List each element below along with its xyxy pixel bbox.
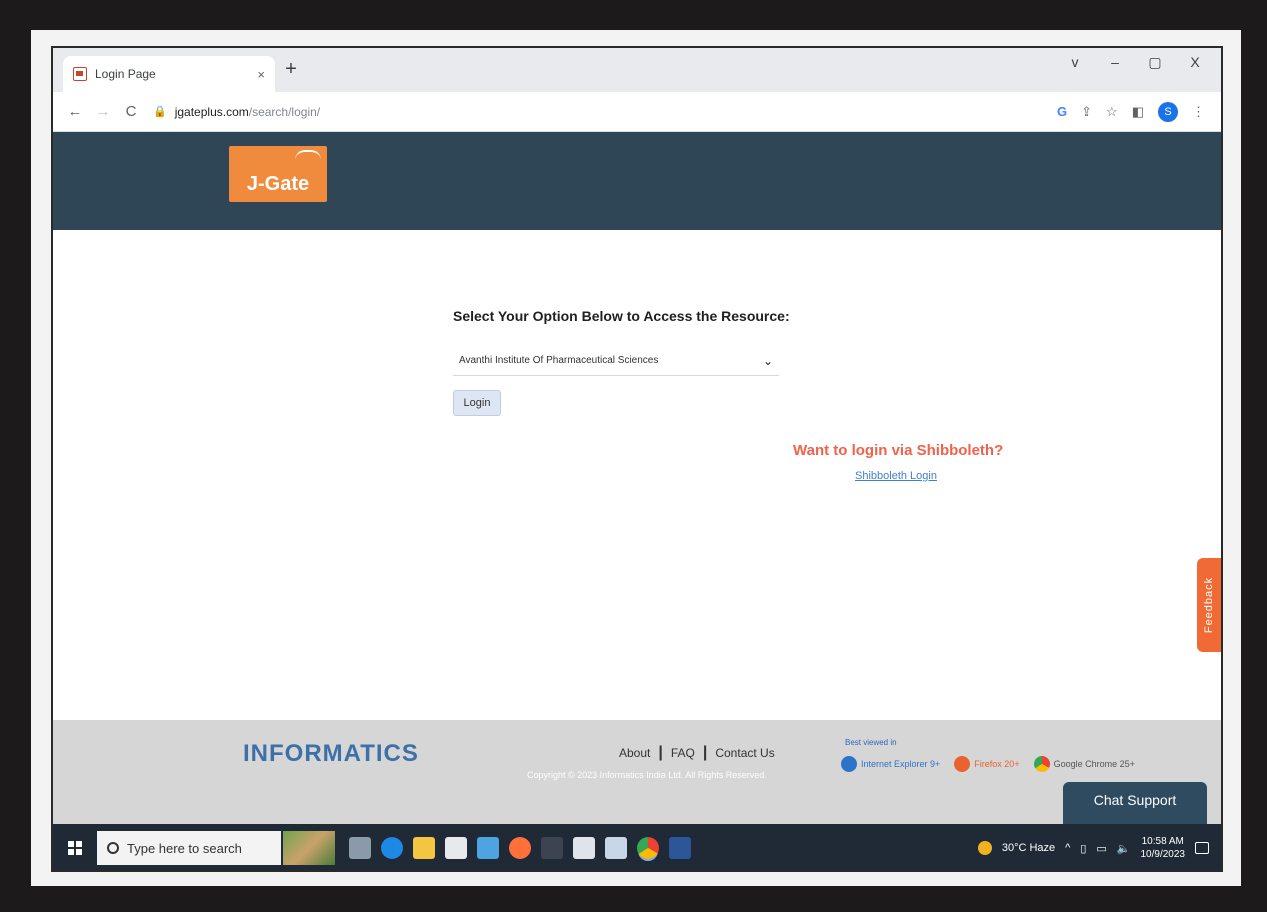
battery-icon[interactable]: ▯ [1080,842,1086,855]
file-explorer-icon[interactable] [413,837,435,859]
access-title: Select Your Option Below to Access the R… [453,308,790,324]
taskbar-search-placeholder: Type here to search [127,840,242,856]
toolbar-actions: G ⇪ ☆ ◧ S ⋮ [1057,101,1211,122]
clock-time: 10:58 AM [1141,836,1184,847]
url-path: /search/login/ [248,104,321,119]
clock[interactable]: 10:58 AM 10/9/2023 [1141,835,1186,861]
jgate-logo[interactable]: J-Gate [229,146,327,202]
firefox-taskbar-icon[interactable] [509,837,531,859]
back-arrow-icon[interactable]: ← [63,103,87,120]
browser-toolbar: ← → C 🔒 jgateplus.com /search/login/ G ⇪… [53,92,1221,132]
lock-icon[interactable]: 🔒 [153,105,167,118]
restore-button[interactable]: ▢ [1135,54,1175,71]
chevron-up-icon[interactable]: ^ [1065,842,1070,854]
reload-icon[interactable]: C [119,103,143,120]
site-footer: INFORMATICS About | FAQ | Contact Us Cop… [53,720,1221,826]
institution-selected-value: Avanthi Institute Of Pharmaceutical Scie… [459,355,659,366]
page-favicon-icon [73,67,87,81]
side-panel-icon[interactable]: ◧ [1132,104,1144,120]
new-tab-button[interactable]: + [279,58,303,81]
address-bar[interactable]: 🔒 jgateplus.com /search/login/ [153,98,1057,126]
internet-explorer-badge: Internet Explorer 9+ [841,756,940,772]
clock-date: 10/9/2023 [1140,849,1186,860]
chevron-down-icon: ⌄ [762,353,773,368]
institution-select[interactable]: Avanthi Institute Of Pharmaceutical Scie… [453,346,779,376]
edge-icon[interactable] [381,837,403,859]
feedback-tab[interactable]: Feedback [1197,558,1221,652]
profile-avatar[interactable]: S [1158,101,1178,122]
copyright-text: Copyright © 2023 Informatics India Ltd. … [527,770,767,780]
login-button[interactable]: Login [453,390,501,416]
google-lens-icon[interactable]: G [1057,104,1067,119]
link-separator: | [702,744,708,761]
weather-text[interactable]: 30°C Haze [1002,842,1055,854]
internet-explorer-label: Internet Explorer 9+ [861,759,941,769]
menu-kebab-icon[interactable]: ⋮ [1192,104,1205,120]
tab-close-icon[interactable]: × [257,67,265,82]
taskbar-search[interactable]: Type here to search [97,831,281,865]
tab-title: Login Page [95,67,156,81]
internet-explorer-icon [841,756,857,772]
windows-logo-icon [68,841,82,855]
window-controls: v – ▢ X [1055,54,1215,71]
firefox-label: Firefox 20+ [974,759,1020,769]
close-button[interactable]: X [1175,54,1215,71]
volume-icon[interactable]: 🔈 [1117,842,1131,855]
login-content: Select Your Option Below to Access the R… [53,230,1221,720]
chrome-badge: Google Chrome 25+ [1033,756,1135,772]
tab-strip: Login Page × + v – ▢ X [53,48,1221,92]
mail-icon[interactable] [477,837,499,859]
weather-icon[interactable] [977,841,992,855]
taskbar: Type here to search 30°C Haze ^ ▯ ▭ 🔈 10… [53,824,1221,870]
notification-icon[interactable] [1195,842,1209,854]
search-icon [107,842,119,854]
site-header: J-Gate [53,132,1221,230]
taskbar-apps [349,837,691,859]
url-domain: jgateplus.com [174,104,249,119]
tab-search-icon[interactable]: v [1055,54,1095,71]
system-tray: 30°C Haze ^ ▯ ▭ 🔈 10:58 AM 10/9/2023 [977,835,1221,861]
shibboleth-login-link[interactable]: Shibboleth Login [855,470,937,482]
word-icon[interactable] [669,837,691,859]
chrome-taskbar-icon[interactable] [637,837,659,859]
footer-link-contact[interactable]: Contact Us [715,746,774,760]
terminal-icon[interactable] [541,837,563,859]
book-icon [295,150,321,168]
chrome-label: Google Chrome 25+ [1053,759,1135,769]
network-icon[interactable]: ▭ [1096,842,1106,855]
logo-text: J-Gate [246,173,310,195]
chat-support-button[interactable]: Chat Support [1063,782,1207,826]
task-view-icon[interactable] [349,837,371,859]
informatics-logo[interactable]: INFORMATICS [243,740,419,768]
firefox-badge: Firefox 20+ [954,756,1020,772]
forward-arrow-icon[interactable]: → [91,103,115,120]
browser-badges: Internet Explorer 9+ Firefox 20+ Google … [841,756,1135,772]
feedback-label: Feedback [1203,576,1215,634]
footer-links: About | FAQ | Contact Us [619,744,775,762]
start-button[interactable] [53,824,97,870]
footer-link-about[interactable]: About [619,746,650,760]
link-separator: | [658,744,663,761]
firefox-icon [954,756,971,772]
bookmark-star-icon[interactable]: ☆ [1106,104,1118,120]
document-icon[interactable] [605,837,627,859]
shibboleth-title: Want to login via Shibboleth? [793,442,1004,459]
document-icon[interactable] [573,837,595,859]
best-viewed-label: Best viewed in [845,738,897,747]
search-highlight-image[interactable] [283,831,335,865]
chrome-icon [1033,756,1050,772]
footer-link-faq[interactable]: FAQ [671,746,695,760]
tab-login-page[interactable]: Login Page × [63,56,275,92]
browser-window: Login Page × + v – ▢ X ← → C 🔒 jgateplus… [51,46,1223,872]
minimize-button[interactable]: – [1095,54,1135,71]
share-icon[interactable]: ⇪ [1081,104,1092,120]
store-icon[interactable] [445,837,467,859]
